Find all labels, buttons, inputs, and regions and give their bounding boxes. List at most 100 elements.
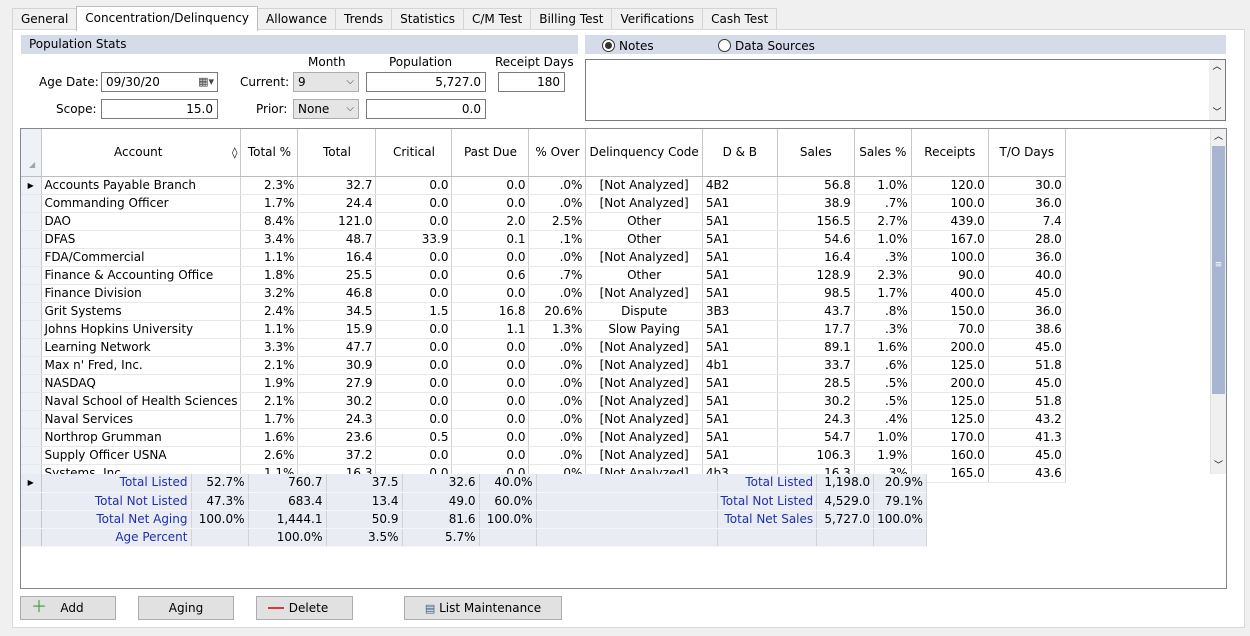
cell-t-o-days[interactable]: 40.0 — [988, 266, 1066, 285]
tab-allowance[interactable]: Allowance — [257, 8, 337, 30]
tab-concentration-delinquency[interactable]: Concentration/Delinquency — [76, 6, 259, 31]
cell-sales[interactable]: 24.3 — [777, 410, 855, 429]
table-row[interactable]: DAO 8.4% 121.0 0.0 2.0 2.5% Other 5A1 156.5 2.7% 4… — [21, 212, 1066, 231]
cell-d-b[interactable]: 5A1 — [702, 446, 778, 465]
col-header-d-and-b[interactable]: D & B — [702, 129, 778, 177]
cell-sales-[interactable]: 2.7% — [854, 212, 912, 231]
cell-t-o-days[interactable]: 45.0 — [988, 284, 1066, 303]
cell--over[interactable]: .0% — [528, 194, 587, 213]
scroll-down-icon[interactable]: ﹀ — [1211, 458, 1226, 474]
cell-total[interactable]: 32.7 — [297, 176, 377, 195]
cell-delinquency-code[interactable]: [Not Analyzed] — [585, 284, 703, 303]
table-row[interactable]: Commanding Officer 1.7% 24.4 0.0 0.0.0% [Not … — [21, 194, 1066, 213]
cell-total[interactable]: 30.2 — [297, 392, 377, 411]
cell--over[interactable]: .0% — [528, 176, 587, 195]
table-row[interactable]: Naval Services 1.7% 24.3 0.0 0.0.0% [Not Anal… — [21, 410, 1066, 429]
age-date-field[interactable]: 09/30/20 ▦▾ — [101, 72, 218, 92]
row-selector[interactable] — [21, 194, 42, 213]
cell-t-o-days[interactable]: 45.0 — [988, 446, 1066, 465]
cell-account[interactable]: Commanding Officer — [41, 194, 242, 213]
cell--over[interactable]: .0% — [528, 446, 587, 465]
cell-total[interactable]: 121.0 — [297, 212, 377, 231]
cell-past-due[interactable]: 0.0 — [451, 194, 530, 213]
cell-account[interactable]: Finance Division — [41, 284, 242, 303]
cell-sales[interactable]: 128.9 — [777, 266, 855, 285]
cell-delinquency-code[interactable]: Dispute — [585, 302, 703, 321]
cell-past-due[interactable]: 0.0 — [451, 392, 530, 411]
cell-total[interactable]: 23.6 — [297, 428, 377, 447]
col-header-total[interactable]: Total — [297, 129, 377, 177]
cell-delinquency-code[interactable]: [Not Analyzed] — [585, 338, 703, 357]
cell-total[interactable]: 16.4 — [297, 248, 377, 267]
cell-sales-[interactable]: .5% — [854, 392, 912, 411]
cell-past-due[interactable]: 0.0 — [451, 284, 530, 303]
cell-sales-[interactable]: .8% — [854, 302, 912, 321]
cell-sales-[interactable]: 1.0% — [854, 428, 912, 447]
tab-cash-test[interactable]: Cash Test — [702, 8, 778, 30]
cell-t-o-days[interactable]: 51.8 — [988, 356, 1066, 375]
cell-past-due[interactable]: 2.0 — [451, 212, 530, 231]
cell-total[interactable]: 34.5 — [297, 302, 377, 321]
cell-sales-[interactable]: 1.0% — [854, 230, 912, 249]
cell-d-b[interactable]: 5A1 — [702, 320, 778, 339]
delete-button[interactable]: Delete — [256, 596, 353, 620]
cell-receipts[interactable]: 100.0 — [911, 248, 989, 267]
cell-t-o-days[interactable]: 43.6 — [988, 464, 1066, 483]
cell-critical[interactable]: 0.0 — [375, 194, 453, 213]
cell-d-b[interactable]: 5A1 — [702, 374, 778, 393]
cell-account[interactable]: Northrop Grumman — [41, 428, 242, 447]
cell-account[interactable]: DAO — [41, 212, 242, 231]
notes-textarea[interactable]: ︿ ﹀ — [585, 59, 1226, 121]
cell-past-due[interactable]: 0.1 — [451, 230, 530, 249]
cell--over[interactable]: 2.5% — [528, 212, 587, 231]
cell-critical[interactable]: 0.0 — [375, 284, 453, 303]
cell-delinquency-code[interactable]: Slow Paying — [585, 320, 703, 339]
row-selector[interactable] — [21, 374, 42, 393]
cell-account[interactable]: Finance & Accounting Office — [41, 266, 242, 285]
cell-t-o-days[interactable]: 30.0 — [988, 176, 1066, 195]
cell-past-due[interactable]: 1.1 — [451, 320, 530, 339]
row-selector[interactable] — [21, 266, 42, 285]
cell-total[interactable]: 24.4 — [297, 194, 377, 213]
tab-billing-test[interactable]: Billing Test — [530, 8, 613, 30]
row-selector[interactable] — [21, 410, 42, 429]
cell-past-due[interactable]: 0.0 — [451, 248, 530, 267]
cell-critical[interactable]: 0.0 — [375, 374, 453, 393]
cell-delinquency-code[interactable]: [Not Analyzed] — [585, 194, 703, 213]
prior-population-field[interactable]: 0.0 — [366, 99, 486, 119]
cell-sales[interactable]: 28.5 — [777, 374, 855, 393]
tab-trends[interactable]: Trends — [335, 8, 393, 30]
cell--over[interactable]: .0% — [528, 428, 587, 447]
table-row[interactable]: Johns Hopkins University 1.1% 15.9 0.0 1.1 1.… — [21, 320, 1066, 339]
cell-receipts[interactable]: 439.0 — [911, 212, 989, 231]
cell-t-o-days[interactable]: 36.0 — [988, 194, 1066, 213]
cell--over[interactable]: 1.3% — [528, 320, 587, 339]
cell-sales-[interactable]: .6% — [854, 356, 912, 375]
cell-total-[interactable]: 1.6% — [240, 428, 299, 447]
list-maintenance-button[interactable]: ▤ List Maintenance — [404, 596, 562, 620]
cell-sales-[interactable]: 2.3% — [854, 266, 912, 285]
cell-d-b[interactable]: 3B3 — [702, 302, 778, 321]
cell-d-b[interactable]: 5A1 — [702, 284, 778, 303]
receipt-days-field[interactable]: 180 — [498, 72, 565, 92]
cell-account[interactable]: Supply Officer USNA — [41, 446, 242, 465]
cell-sales[interactable]: 89.1 — [777, 338, 855, 357]
cell-delinquency-code[interactable]: [Not Analyzed] — [585, 392, 703, 411]
cell-sales[interactable]: 106.3 — [777, 446, 855, 465]
table-row[interactable]: Learning Network 3.3% 47.7 0.0 0.0.0% [Not An… — [21, 338, 1066, 357]
scroll-up-icon[interactable]: ︿ — [1211, 129, 1226, 145]
table-row[interactable]: Supply Officer USNA 2.6% 37.2 0.0 0.0.0% [Not… — [21, 446, 1066, 465]
col-header-delinquency-code[interactable]: Delinquency Code — [585, 129, 703, 177]
current-month-select[interactable]: 9 ⌵ — [293, 72, 359, 92]
row-selector[interactable] — [21, 212, 42, 231]
aging-button[interactable]: Aging — [138, 596, 234, 620]
col-header-account[interactable]: Account ◊ — [41, 129, 242, 177]
data-sources-radio[interactable] — [718, 39, 731, 52]
tab-cm-test[interactable]: C/M Test — [462, 8, 532, 30]
cell-critical[interactable]: 0.0 — [375, 320, 453, 339]
cell-receipts[interactable]: 167.0 — [911, 230, 989, 249]
table-row[interactable]: Grit Systems 2.4% 34.5 1.5 16.8 20.6% Dispute 3… — [21, 302, 1066, 321]
cell-receipts[interactable]: 125.0 — [911, 356, 989, 375]
cell-account[interactable]: FDA/Commercial — [41, 248, 242, 267]
cell-sales-[interactable]: 1.9% — [854, 446, 912, 465]
